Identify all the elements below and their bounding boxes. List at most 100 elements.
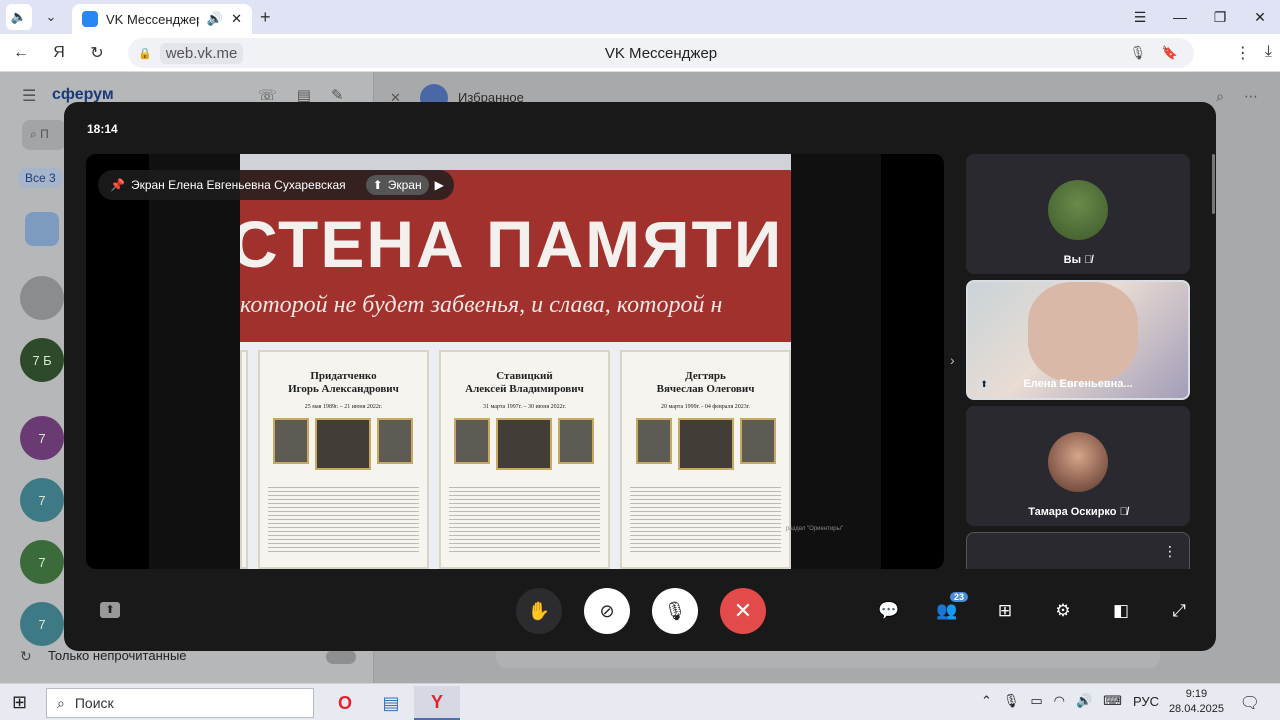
hamburger-icon[interactable]: ☰ (22, 86, 36, 106)
yandex-browser-icon[interactable]: Y (414, 686, 460, 720)
chat-search-input[interactable]: ⌕ П (22, 120, 66, 150)
banner-subtitle: которой не будет забвенья, и слава, кото… (240, 292, 723, 318)
volume-icon[interactable]: 🔊 (1076, 693, 1092, 709)
taskbar: ⊞ ⌕ Поиск O ▤ Y ⌃ 🎙 ▭ ◠ 🔊 ⌨ РУС 9:19 28.… (0, 683, 1280, 720)
participant-tile[interactable]: ⋮ (966, 532, 1190, 569)
call-time: 18:14 (87, 122, 118, 136)
mic-off-icon: 🎙̸ (1084, 254, 1093, 266)
search-icon[interactable]: ⌕ (1216, 88, 1224, 105)
hand-icon: ✋ (527, 600, 551, 621)
camera-off-icon: ⊘ (599, 600, 615, 621)
menu-icon[interactable]: ☰ (1120, 0, 1160, 34)
language-indicator[interactable]: РУС (1133, 694, 1159, 709)
notification-icon[interactable]: 🗨 (1240, 693, 1260, 713)
call-window: 18:14 СТЕНА ПАМЯТИ которой не будет забв… (64, 102, 1216, 651)
chevron-up-icon[interactable]: ⌃ (981, 693, 992, 709)
bookmark-icon[interactable]: 🔖 (1162, 45, 1178, 61)
banner-title: СТЕНА ПАМЯТИ (240, 207, 784, 281)
participant-tile[interactable]: ⬆ Елена Евгеньевна... (966, 280, 1190, 400)
memorial-board: Ставицкий Алексей Владимирович 31 марта … (438, 350, 610, 569)
filter-all-chip[interactable]: Все 3 (18, 168, 63, 188)
close-window-icon[interactable]: ✕ (1240, 0, 1280, 34)
pip-icon: ◧ (1112, 601, 1130, 620)
opera-icon[interactable]: O (322, 686, 368, 720)
mic-icon[interactable]: 🎙 (1129, 45, 1146, 61)
board-photos (630, 418, 781, 470)
chevron-down-icon[interactable]: ⌄ (38, 4, 64, 30)
participants-icon: 👥 (936, 601, 958, 620)
more-icon[interactable]: ⋮ (1163, 543, 1177, 560)
yandex-icon[interactable]: Я (42, 36, 76, 70)
speaker-icon[interactable]: 🔈 (6, 4, 32, 30)
pin-chip[interactable]: 📌 Экран Елена Евгеньевна Сухаревская ⬆ Э… (98, 170, 454, 200)
call-tools: 💬 👥 23 ⊞ ⚙ ◧ ⤢ (860, 592, 1208, 626)
participant-tile[interactable]: Тамара Оскирко 🎙̸ (966, 406, 1190, 526)
fullscreen-button[interactable]: ⤢ (1150, 596, 1208, 626)
chat-button[interactable]: 💬 (860, 596, 918, 626)
clock-time: 9:19 (1185, 688, 1208, 700)
chat-avatar[interactable]: 7 (20, 416, 64, 460)
mic-icon[interactable]: 🎙 (1003, 693, 1020, 709)
board-dates: 25 мая 1989г. – 21 июня 2022г. (304, 404, 383, 410)
end-call-button[interactable]: ✕ (720, 588, 766, 634)
browser-tab[interactable]: VK Мессенджер 🔊 ✕ (72, 4, 252, 34)
clock[interactable]: 9:19 28.04.2025 (1169, 687, 1224, 717)
app-icon[interactable]: ▤ (368, 686, 414, 720)
chat-avatar[interactable]: 7 (20, 602, 64, 646)
fullscreen-icon: ⤢ (1172, 601, 1186, 620)
minimize-window-button[interactable]: ◧ (1092, 596, 1150, 626)
board-photos (449, 418, 600, 470)
raise-hand-button[interactable]: ✋ (516, 588, 562, 634)
screen-share-stage[interactable]: СТЕНА ПАМЯТИ которой не будет забвенья, … (86, 154, 944, 569)
mic-off-button[interactable]: 🎙 (652, 588, 698, 634)
more-icon[interactable]: ⋮ (1235, 43, 1251, 63)
clock-date: 28.04.2025 (1168, 703, 1224, 715)
board-dates: 20 марта 1999г. - 04 февраля 2023г. (660, 404, 751, 410)
page-title: VK Мессенджер (604, 44, 718, 62)
url-field[interactable]: 🔒 web.vk.me VK Мессенджер 🎙 🔖 (128, 38, 1194, 68)
participants-button[interactable]: 👥 23 (918, 592, 976, 626)
avatar (1048, 180, 1108, 240)
keyboard-icon[interactable]: ⌨ (1103, 693, 1122, 709)
battery-icon[interactable]: ▭ (1030, 693, 1042, 709)
more-icon[interactable]: ⋯ (1244, 88, 1258, 105)
chat-avatar[interactable]: 7 Б (20, 338, 64, 382)
restore-icon[interactable]: ❐ (1200, 0, 1240, 34)
chat-avatar[interactable]: 7 (20, 540, 64, 584)
lock-icon: 🔒 (138, 47, 152, 60)
minimize-icon[interactable]: — (1160, 0, 1200, 34)
plus-icon[interactable]: + (260, 7, 271, 28)
back-icon[interactable]: ← (4, 36, 38, 70)
screen-chip[interactable]: ⬆ Экран (365, 175, 429, 195)
screen-chip-label: Экран (387, 178, 422, 192)
share-screen-icon[interactable]: ⬆ (100, 602, 120, 618)
windows-start-icon[interactable]: ⊞ (12, 692, 27, 713)
sound-icon[interactable]: 🔊 (207, 11, 223, 27)
camera-off-button[interactable]: ⊘ (584, 588, 630, 634)
shared-screen: СТЕНА ПАМЯТИ которой не будет забвенья, … (240, 154, 791, 569)
grid-icon: ⊞ (997, 601, 1013, 620)
only-unread-toggle[interactable] (326, 650, 356, 664)
taskbar-search[interactable]: ⌕ Поиск (46, 688, 314, 718)
chat-avatar[interactable]: 7 (20, 478, 64, 522)
chat-avatar[interactable] (20, 276, 64, 320)
settings-button[interactable]: ⚙ (1034, 596, 1092, 626)
mic-off-icon: 🎙 (663, 600, 687, 621)
close-icon: ✕ (733, 598, 753, 623)
vk-favicon-icon (82, 11, 98, 27)
chevron-right-icon[interactable]: › (950, 352, 955, 368)
reload-icon[interactable]: ↻ (80, 36, 114, 70)
memorial-board: Придатченко Игорь Александрович 25 мая 1… (257, 350, 429, 569)
participant-tile[interactable]: Вы 🎙̸ (966, 154, 1190, 274)
close-tab-icon[interactable]: ✕ (231, 11, 242, 27)
scrollbar[interactable] (1212, 154, 1215, 214)
avatar (1048, 432, 1108, 492)
grid-button[interactable]: ⊞ (976, 596, 1034, 626)
board-name: Вячеслав Олегович (656, 383, 755, 395)
chat-avatar[interactable] (25, 212, 59, 246)
browser-tab-bar: 🔈 ⌄ VK Мессенджер 🔊 ✕ + ☰ — ❐ ✕ (0, 0, 1280, 34)
wifi-icon[interactable]: ◠ (1054, 693, 1065, 709)
filter-count: 3 (49, 171, 56, 185)
download-icon[interactable]: ⤓ (1265, 43, 1272, 63)
tab-title: VK Мессенджер (106, 11, 199, 27)
